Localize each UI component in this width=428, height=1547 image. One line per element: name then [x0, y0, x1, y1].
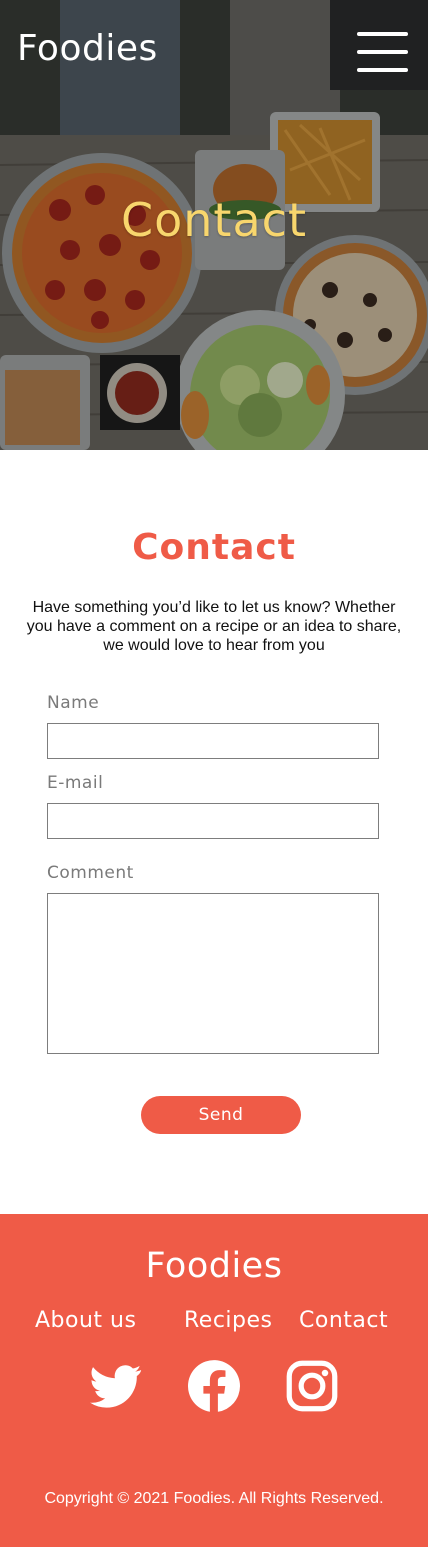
brand-logo[interactable]: Foodies — [17, 28, 158, 69]
name-field[interactable] — [47, 723, 379, 759]
facebook-icon[interactable] — [188, 1360, 240, 1412]
email-field[interactable] — [47, 803, 379, 839]
instagram-icon[interactable] — [286, 1360, 338, 1412]
footer-link-about[interactable]: About us — [35, 1308, 136, 1333]
hero-title: Contact — [121, 193, 307, 247]
menu-bar — [357, 68, 408, 72]
footer-link-recipes[interactable]: Recipes — [184, 1308, 273, 1333]
footer-brand[interactable]: Foodies — [0, 1246, 428, 1286]
hero-banner: Foodies Contact — [0, 0, 428, 450]
name-label: Name — [47, 693, 100, 713]
contact-intro-text: Have something you’d like to let us know… — [26, 599, 402, 654]
footer: Foodies About us Recipes Contact Copyrig… — [0, 1214, 428, 1547]
comment-field[interactable] — [47, 893, 379, 1054]
menu-bar — [357, 32, 408, 36]
contact-heading: Contact — [132, 527, 296, 568]
menu-bar — [357, 50, 408, 54]
hamburger-menu-icon[interactable] — [357, 30, 409, 76]
email-label: E-mail — [47, 773, 104, 793]
copyright-text: Copyright © 2021 Foodies. All Rights Res… — [44, 1490, 384, 1507]
comment-label: Comment — [47, 863, 134, 883]
send-button[interactable]: Send — [141, 1096, 301, 1134]
footer-link-contact[interactable]: Contact — [299, 1308, 388, 1333]
twitter-icon[interactable] — [90, 1360, 142, 1412]
